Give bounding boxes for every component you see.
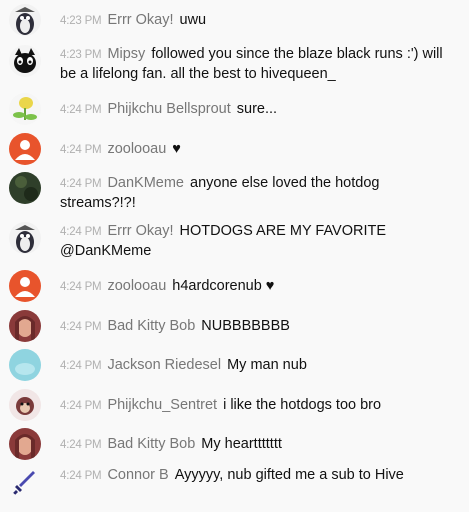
message-author[interactable]: Mipsy (107, 46, 145, 62)
message-author[interactable]: Phijkchu_Sentret (107, 397, 217, 413)
message-time: 4:24 PM (60, 360, 102, 372)
message-time: 4:24 PM (60, 178, 102, 190)
message-author[interactable]: Connor B (107, 467, 168, 483)
penguin-bird-avatar[interactable] (9, 4, 41, 36)
message-text: My hearttttttt (201, 436, 282, 452)
message-author[interactable]: Bad Kitty Bob (107, 436, 195, 452)
dark-green-avatar[interactable] (9, 172, 41, 204)
message-time: 4:24 PM (60, 144, 102, 156)
message-time: 4:24 PM (60, 470, 102, 482)
sentret-avatar[interactable] (9, 389, 41, 421)
message-author[interactable]: Jackson Riedesel (107, 357, 221, 373)
message-author[interactable]: DanKMeme (107, 175, 184, 191)
live-chat: 4:23 PM Errr Okay! uwu 4:23 PM Mipsy followe… (0, 0, 469, 512)
message-time: 4:24 PM (60, 226, 102, 238)
message-text: Ayyyyy, nub gifted me a sub to Hive (174, 467, 404, 483)
bellsprout-avatar[interactable] (9, 93, 41, 125)
default-person-avatar[interactable] (9, 270, 41, 302)
message-author[interactable]: Errr Okay! (107, 12, 173, 28)
message-text: NUBBBBBBB (201, 318, 290, 334)
message-text: uwu (179, 12, 207, 28)
message-author[interactable]: Bad Kitty Bob (107, 318, 195, 334)
message-text: My man nub (227, 357, 307, 373)
message-text: ♥ (172, 141, 181, 157)
message-text: h4ardcorenub ♥ (172, 278, 275, 294)
cat-face-avatar[interactable] (9, 45, 41, 77)
message-time: 4:24 PM (60, 321, 102, 333)
message-time: 4:24 PM (60, 104, 102, 116)
message-text: i like the hotdogs too bro (223, 397, 382, 413)
message-time: 4:24 PM (60, 400, 102, 412)
message-time: 4:23 PM (60, 15, 102, 27)
message-time: 4:24 PM (60, 439, 102, 451)
message-author[interactable]: Errr Okay! (107, 223, 173, 239)
message-author[interactable]: zoolooau (107, 278, 166, 294)
sword-avatar[interactable] (9, 466, 41, 498)
default-person-avatar[interactable] (9, 133, 41, 165)
message-time: 4:24 PM (60, 281, 102, 293)
message-time: 4:23 PM (60, 49, 102, 61)
portrait-avatar[interactable] (9, 428, 41, 460)
message-text: sure... (236, 101, 278, 117)
penguin-bird-avatar[interactable] (9, 222, 41, 254)
portrait-avatar[interactable] (9, 310, 41, 342)
message-author[interactable]: zoolooau (107, 141, 166, 157)
message-author[interactable]: Phijkchu Bellsprout (107, 101, 230, 117)
light-blue-avatar[interactable] (9, 349, 41, 381)
